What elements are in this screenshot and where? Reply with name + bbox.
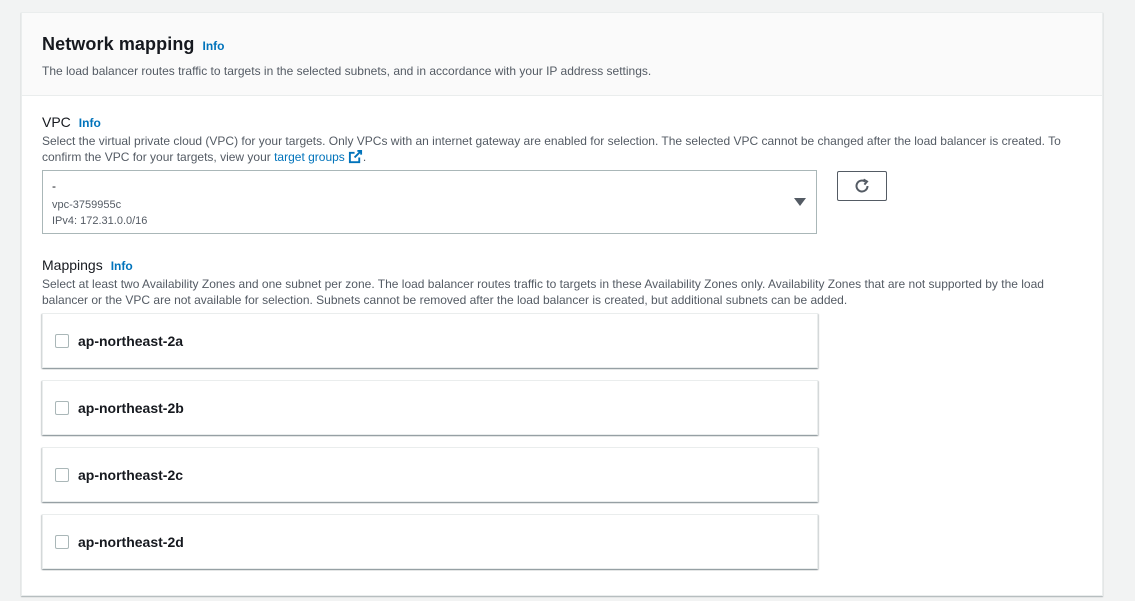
az-checkbox[interactable] [55, 333, 69, 348]
vpc-description: Select the virtual private cloud (VPC) f… [42, 133, 1092, 165]
mappings-info-link[interactable]: Info [111, 259, 133, 273]
refresh-icon [855, 178, 869, 193]
caret-down-icon [794, 198, 806, 206]
vpc-section: VPC Info Select the virtual private clou… [42, 114, 1092, 165]
vpc-selected-name: - [52, 179, 56, 193]
panel-title-row: Network mapping Info [42, 34, 1082, 55]
vpc-select[interactable]: - vpc-3759955c IPv4: 172.31.0.0/16 [42, 170, 817, 234]
az-label: ap-northeast-2a [78, 332, 184, 349]
external-link-icon [348, 149, 362, 164]
vpc-selected-cidr: IPv4: 172.31.0.0/16 [52, 215, 148, 227]
az-label: ap-northeast-2d [78, 533, 184, 550]
vpc-description-text: Select the virtual private cloud (VPC) f… [42, 134, 1061, 164]
mappings-label: Mappings [42, 257, 103, 273]
mappings-label-row: Mappings Info [42, 257, 1092, 273]
network-mapping-panel: Network mapping Info The load balancer r… [21, 12, 1103, 596]
mappings-section: Mappings Info Select at least two Availa… [42, 257, 1092, 308]
az-card-ap-northeast-2a[interactable]: ap-northeast-2a [42, 313, 818, 368]
vpc-label-row: VPC Info [42, 114, 1092, 130]
az-checkbox[interactable] [55, 467, 69, 482]
az-label: ap-northeast-2c [78, 466, 184, 483]
vpc-description-end: . [362, 150, 367, 164]
az-card-ap-northeast-2c[interactable]: ap-northeast-2c [42, 447, 818, 502]
vpc-selected-id: vpc-3759955c [52, 199, 122, 211]
panel-description: The load balancer routes traffic to targ… [42, 64, 652, 78]
az-checkbox[interactable] [55, 400, 69, 415]
vpc-label: VPC [42, 114, 71, 130]
network-mapping-info-link[interactable]: Info [203, 39, 225, 53]
az-checkbox[interactable] [55, 534, 69, 549]
vpc-info-link[interactable]: Info [79, 116, 101, 130]
mappings-description: Select at least two Availability Zones a… [42, 277, 1044, 307]
target-groups-link[interactable]: target groups [274, 149, 363, 164]
refresh-button[interactable] [837, 171, 887, 201]
panel-title: Network mapping [42, 34, 195, 54]
target-groups-link-text: target groups [274, 150, 345, 164]
az-card-ap-northeast-2b[interactable]: ap-northeast-2b [42, 380, 818, 435]
az-card-ap-northeast-2d[interactable]: ap-northeast-2d [42, 514, 818, 569]
az-label: ap-northeast-2b [78, 399, 184, 416]
panel-header: Network mapping Info The load balancer r… [22, 13, 1102, 96]
